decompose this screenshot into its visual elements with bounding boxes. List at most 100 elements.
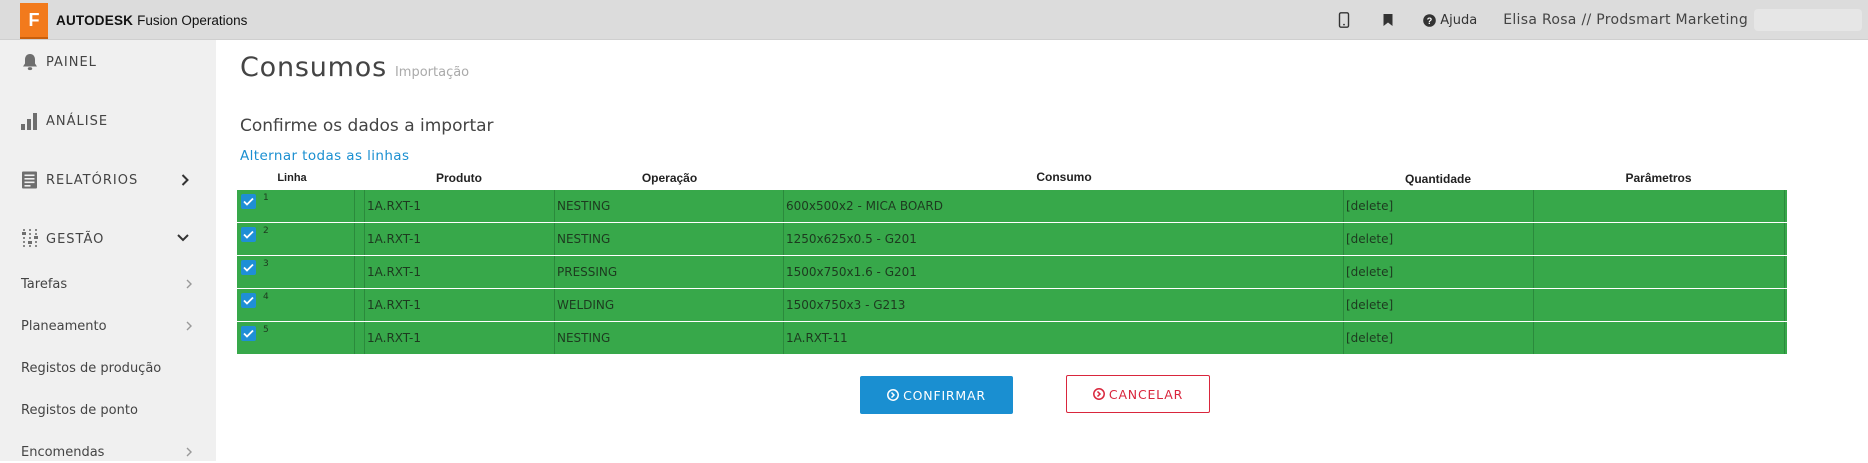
cell-produto: 1A.RXT-1 (365, 256, 555, 288)
mobile-icon[interactable] (1335, 11, 1353, 29)
question-circle-icon: ? (1423, 13, 1437, 27)
cell-consumo: 1500x750x3 - G213 (784, 289, 1344, 321)
row-checkbox[interactable] (241, 227, 256, 242)
table-row: 5 1A.RXT-1 NESTING 1A.RXT-11 [delete] (237, 322, 1787, 355)
page-title-suffix: Importação (394, 65, 470, 80)
bar-chart-icon (21, 113, 37, 130)
sidebar: PAINEL ANÁLISE RELATÓRIOS GESTÃO Tarefas… (0, 40, 216, 461)
sidebar-subitem-label: Planeamento (21, 318, 107, 334)
arrow-circle-icon (1092, 388, 1105, 400)
row-checkbox[interactable] (241, 194, 256, 209)
header-consumo: Consumo (1036, 170, 1092, 184)
cell-parametros (1534, 256, 1785, 288)
sidebar-subitem-label: Encomendas (21, 444, 105, 460)
chevron-right-icon (181, 174, 189, 186)
table-row: 2 1A.RXT-1 NESTING 1250x625x0.5 - G201 [dele… (237, 223, 1787, 256)
help-label: Ajuda (1440, 12, 1478, 28)
chevron-down-icon (177, 234, 189, 242)
header-produto: Produto (436, 171, 482, 185)
cell-quantidade: [delete] (1344, 256, 1534, 288)
cancel-button[interactable]: CANCELAR (1066, 375, 1210, 413)
sidebar-item-label: RELATÓRIOS (46, 172, 139, 188)
svg-text:?: ? (1427, 16, 1433, 26)
cell-spacer (355, 256, 365, 288)
sidebar-item-label: GESTÃO (46, 231, 105, 247)
cell-consumo: 1500x750x1.6 - G201 (784, 256, 1344, 288)
cell-spacer (355, 223, 365, 255)
cell-consumo: 1A.RXT-11 (784, 322, 1344, 354)
row-number: 1 (263, 193, 269, 203)
cell-linha: 3 (237, 256, 355, 288)
table-row: 3 1A.RXT-1 PRESSING 1500x750x1.6 - G201 [del… (237, 256, 1787, 289)
cell-quantidade: [delete] (1344, 223, 1534, 255)
checkmark-icon (243, 263, 254, 272)
sidebar-subitem-label: Registos de ponto (21, 402, 138, 418)
sidebar-subitem-registos-producao[interactable]: Registos de produção (21, 357, 193, 379)
header-linha: Linha (277, 172, 307, 184)
cell-quantidade: [delete] (1344, 289, 1534, 321)
cell-produto: 1A.RXT-1 (365, 223, 555, 255)
cell-parametros (1534, 289, 1785, 321)
chevron-right-icon (186, 447, 192, 457)
cell-linha: 5 (237, 322, 355, 354)
bell-icon (23, 54, 37, 71)
table-row: 4 1A.RXT-1 WELDING 1500x750x3 - G213 [delete… (237, 289, 1787, 322)
cell-operacao: NESTING (555, 190, 784, 222)
header-quantidade: Quantidade (1404, 172, 1471, 186)
page-subtitle: Confirme os dados a importar (240, 116, 494, 136)
row-number: 2 (263, 226, 269, 236)
chevron-right-icon (186, 321, 192, 331)
table-row: 1 1A.RXT-1 NESTING 600x500x2 - MICA BOARD [d… (237, 190, 1787, 223)
arrow-circle-icon (887, 389, 900, 401)
header-operacao: Operação (641, 171, 698, 185)
sidebar-item-painel[interactable]: PAINEL (20, 50, 196, 74)
cell-operacao: NESTING (555, 223, 784, 255)
row-number: 3 (263, 259, 269, 269)
sidebar-subitem-label: Tarefas (21, 276, 68, 292)
brand-name: AUTODESK (56, 12, 134, 28)
row-checkbox[interactable] (241, 260, 256, 275)
sidebar-subitem-registos-ponto[interactable]: Registos de ponto (21, 399, 193, 421)
row-checkbox[interactable] (241, 326, 256, 341)
table-body: 1 1A.RXT-1 NESTING 600x500x2 - MICA BOARD [d… (237, 190, 1787, 355)
sidebar-subitem-encomendas[interactable]: Encomendas (21, 441, 193, 463)
sidebar-subitem-tarefas[interactable]: Tarefas (21, 273, 193, 295)
cell-parametros (1534, 322, 1785, 354)
cell-parametros (1534, 190, 1785, 222)
cell-produto: 1A.RXT-1 (365, 190, 555, 222)
import-table: Linha Produto Operação Consumo Quantidad… (237, 166, 1787, 355)
toggle-all-rows-link[interactable]: Alternar todas as linhas (240, 148, 409, 164)
sidebar-item-label: PAINEL (46, 54, 97, 70)
product-name: Fusion Operations (137, 12, 248, 28)
sliders-icon (22, 229, 38, 249)
cell-operacao: WELDING (555, 289, 784, 321)
page-title: Consumos Importação (240, 52, 469, 83)
cell-operacao: PRESSING (555, 256, 784, 288)
cell-spacer (355, 289, 365, 321)
help-link[interactable]: ? Ajuda (1423, 13, 1477, 28)
sidebar-item-label: ANÁLISE (46, 113, 109, 129)
page-title-text: Consumos (240, 52, 387, 83)
bookmark-icon[interactable] (1379, 11, 1397, 29)
sidebar-item-gestao[interactable]: GESTÃO (20, 227, 196, 251)
cell-spacer (355, 190, 365, 222)
header-parametros: Parâmetros (1625, 171, 1692, 185)
confirm-button[interactable]: CONFIRMAR (860, 376, 1013, 414)
user-account[interactable]: Elisa Rosa // Prodsmart Marketing (1503, 12, 1748, 28)
cancel-label: CANCELAR (1108, 386, 1184, 402)
chevron-right-icon (186, 279, 192, 289)
row-checkbox[interactable] (241, 293, 256, 308)
cell-operacao: NESTING (555, 322, 784, 354)
cell-linha: 2 (237, 223, 355, 255)
brand[interactable]: F AUTODESK Fusion Operations (20, 0, 247, 40)
sidebar-item-relatorios[interactable]: RELATÓRIOS (20, 168, 196, 192)
fusion-logo: F (20, 3, 48, 37)
sidebar-item-analise[interactable]: ANÁLISE (20, 109, 196, 133)
sidebar-subitem-planeamento[interactable]: Planeamento (21, 315, 193, 337)
cell-produto: 1A.RXT-1 (365, 322, 555, 354)
cell-linha: 4 (237, 289, 355, 321)
cell-parametros (1534, 223, 1785, 255)
sidebar-subitem-label: Registos de produção (21, 360, 162, 376)
checkmark-icon (243, 197, 254, 206)
cell-spacer (355, 322, 365, 354)
